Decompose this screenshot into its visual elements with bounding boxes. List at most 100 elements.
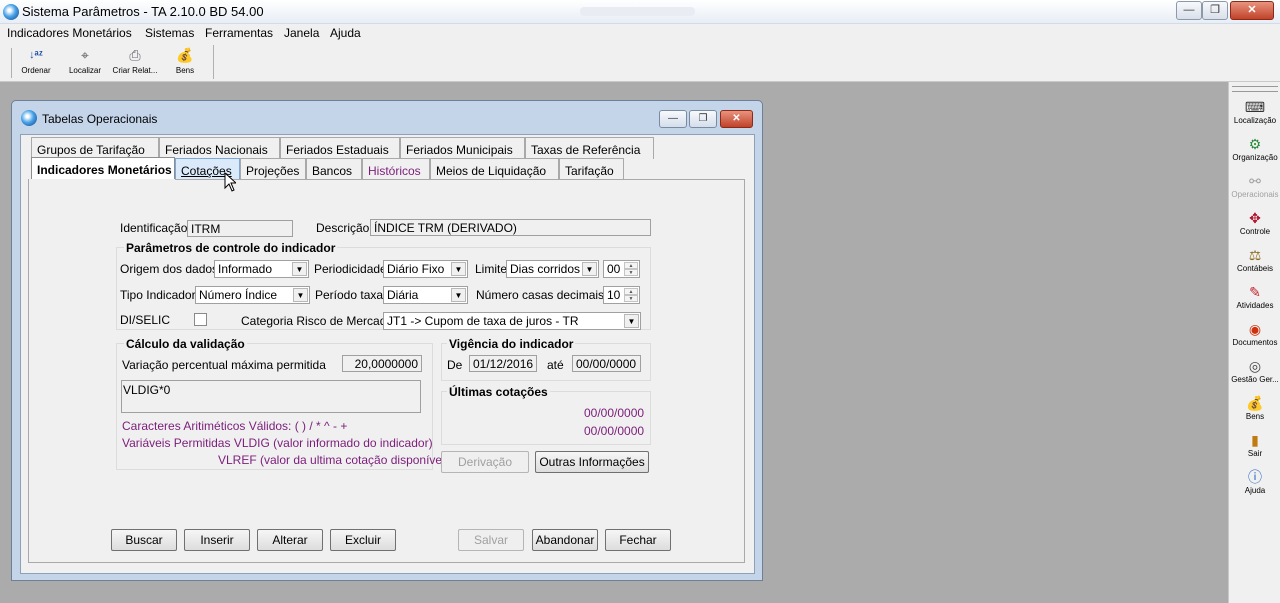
sidebar-item-sair[interactable]: ▮ Sair <box>1229 431 1280 467</box>
categoria-risco-label: Categoria Risco de Mercado <box>241 314 394 328</box>
descricao-field[interactable]: ÍNDICE TRM (DERIVADO) <box>370 219 651 236</box>
abandonar-button[interactable]: Abandonar <box>532 529 598 551</box>
sidebar-item-ajuda[interactable]: ⓘ Ajuda <box>1229 468 1280 504</box>
sidebar-item-controle[interactable]: ✥ Controle <box>1229 209 1280 245</box>
toolbar-criar-relat-button[interactable]: ⎙ Criar Relat... <box>111 46 159 80</box>
periodo-taxa-label: Período taxa <box>315 288 384 302</box>
menu-janela[interactable]: Janela <box>284 26 319 40</box>
identificacao-field[interactable]: ITRM <box>187 220 293 237</box>
child-maximize-button[interactable]: ❐ <box>689 110 717 128</box>
money-bag-icon: 💰 <box>176 47 194 63</box>
ate-date-field[interactable]: 00/00/0000 <box>572 355 641 372</box>
tab-feriados-estaduais[interactable]: Feriados Estaduais <box>280 137 400 159</box>
money-bag-icon: 💰 <box>1246 395 1264 411</box>
variacao-field[interactable]: 20,0000000 <box>342 355 422 372</box>
app-title: Sistema Parâmetros - TA 2.10.0 BD 54.00 <box>22 4 264 19</box>
sidebar-item-operacionais[interactable]: ⚯ Operacionais <box>1229 172 1280 208</box>
spin-down-icon[interactable]: ▼ <box>624 269 638 276</box>
activities-icon: ✎ <box>1249 284 1261 300</box>
tab-projecoes[interactable]: Projeções <box>240 158 306 180</box>
diselic-label: DI/SELIC <box>120 313 171 327</box>
descricao-label: Descrição <box>316 221 370 235</box>
periodicidade-select[interactable]: Diário Fixo ▼ <box>383 260 468 278</box>
maximize-button[interactable]: ❐ <box>1202 1 1228 20</box>
chevron-down-icon: ▼ <box>451 262 466 276</box>
sidebar-item-organizacao[interactable]: ⚙ Organização <box>1229 135 1280 171</box>
blurred-title-area <box>580 7 695 16</box>
buscar-button[interactable]: Buscar <box>111 529 177 551</box>
mouse-cursor-icon <box>224 172 236 192</box>
ultimas-title: Últimas cotações <box>447 385 550 399</box>
close-button[interactable]: ✕ <box>1230 1 1274 20</box>
toolbar-ordenar-button[interactable]: ↓ᵃᶻ Ordenar <box>12 46 60 80</box>
chevron-down-icon: ▼ <box>451 288 466 302</box>
derivacao-button[interactable]: Derivação <box>441 451 529 473</box>
tab-feriados-nacionais[interactable]: Feriados Nacionais <box>159 137 280 159</box>
formula-textarea[interactable]: VLDIG*0 <box>121 380 421 413</box>
control-icon: ✥ <box>1249 210 1261 226</box>
window-icon <box>21 110 37 126</box>
diselic-checkbox[interactable] <box>194 313 207 326</box>
excluir-button[interactable]: Excluir <box>330 529 396 551</box>
minimize-button[interactable]: — <box>1176 1 1202 20</box>
inserir-button[interactable]: Inserir <box>184 529 250 551</box>
periodo-taxa-select[interactable]: Diária ▼ <box>383 286 468 304</box>
tab-historicos[interactable]: Históricos <box>362 158 430 180</box>
toolbar-grip <box>11 48 12 78</box>
sidebar-grip <box>1232 86 1278 92</box>
variacao-label: Variação percentual máxima permitida <box>122 358 326 372</box>
ate-label: até <box>547 358 564 372</box>
variaveis-text: Variáveis Permitidas VLDIG (valor inform… <box>122 436 433 450</box>
sidebar-item-documentos[interactable]: ◉ Documentos <box>1229 320 1280 356</box>
child-window-title: Tabelas Operacionais <box>42 112 158 126</box>
identificacao-label: Identificação <box>120 221 188 235</box>
sidebar-item-bens[interactable]: 💰 Bens <box>1229 394 1280 430</box>
tab-feriados-municipais[interactable]: Feriados Municipais <box>400 137 525 159</box>
chevron-down-icon: ▼ <box>582 262 597 276</box>
spin-down-icon[interactable]: ▼ <box>624 295 638 302</box>
alterar-button[interactable]: Alterar <box>257 529 323 551</box>
ultima-cotacao-1: 00/00/0000 <box>584 406 645 420</box>
de-date-field[interactable]: 01/12/2016 <box>469 355 537 372</box>
toolbar-localizar-button[interactable]: ⌖ Localizar <box>61 46 109 80</box>
tipo-indicador-select[interactable]: Número Índice ▼ <box>195 286 310 304</box>
limite-label: Limite <box>475 262 508 276</box>
operations-icon: ⚯ <box>1249 173 1261 189</box>
tab-meios-liquidacao[interactable]: Meios de Liquidação <box>430 158 559 180</box>
child-close-button[interactable]: ✕ <box>720 110 753 128</box>
tab-bancos[interactable]: Bancos <box>306 158 362 180</box>
spin-up-icon[interactable]: ▲ <box>624 288 638 295</box>
child-minimize-button[interactable]: — <box>659 110 687 128</box>
menu-sistemas[interactable]: Sistemas <box>145 26 194 40</box>
localization-icon: ⌨ <box>1244 99 1266 115</box>
spin-up-icon[interactable]: ▲ <box>624 262 638 269</box>
exit-icon: ▮ <box>1251 432 1259 448</box>
fechar-button[interactable]: Fechar <box>605 529 671 551</box>
origem-select[interactable]: Informado ▼ <box>214 260 309 278</box>
casas-decimais-spinner[interactable]: 10 ▲ ▼ <box>603 286 640 304</box>
print-icon: ⎙ <box>129 47 141 63</box>
categoria-risco-select[interactable]: JT1 -> Cupom de taxa de juros - TR ▼ <box>383 312 641 330</box>
chevron-down-icon: ▼ <box>293 288 308 302</box>
sidebar-item-localizacao[interactable]: ⌨ Localização <box>1229 98 1280 134</box>
outras-informacoes-button[interactable]: Outras Informações <box>535 451 649 473</box>
chevron-down-icon: ▼ <box>624 314 639 328</box>
menu-ajuda[interactable]: Ajuda <box>330 26 361 40</box>
sidebar-item-contabeis[interactable]: ⚖ Contábeis <box>1229 246 1280 282</box>
tab-grupos-tarifacao[interactable]: Grupos de Tarifação <box>31 137 159 159</box>
limite-spinner[interactable]: 00 ▲ ▼ <box>603 260 640 278</box>
menu-ferramentas[interactable]: Ferramentas <box>205 26 273 40</box>
toolbar-bens-button[interactable]: 💰 Bens <box>161 46 209 80</box>
tab-tarifacao[interactable]: Tarifação <box>559 158 624 180</box>
scales-icon: ⚖ <box>1248 247 1262 263</box>
tab-indicadores-monetarios[interactable]: Indicadores Monetários <box>31 157 175 181</box>
salvar-button[interactable]: Salvar <box>458 529 524 551</box>
caracteres-text: Caracteres Aritiméticos Válidos: ( ) / *… <box>122 419 348 433</box>
sidebar-item-atividades[interactable]: ✎ Atividades <box>1229 283 1280 319</box>
chevron-down-icon: ▼ <box>292 262 307 276</box>
sidebar-item-gestao[interactable]: ◎ Gestão Ger... <box>1229 357 1280 393</box>
limite-select[interactable]: Dias corridos ▼ <box>506 260 599 278</box>
organization-icon: ⚙ <box>1248 136 1262 152</box>
tab-taxas-referencia[interactable]: Taxas de Referência <box>525 137 654 159</box>
menu-indicadores[interactable]: Indicadores Monetários <box>7 26 132 40</box>
